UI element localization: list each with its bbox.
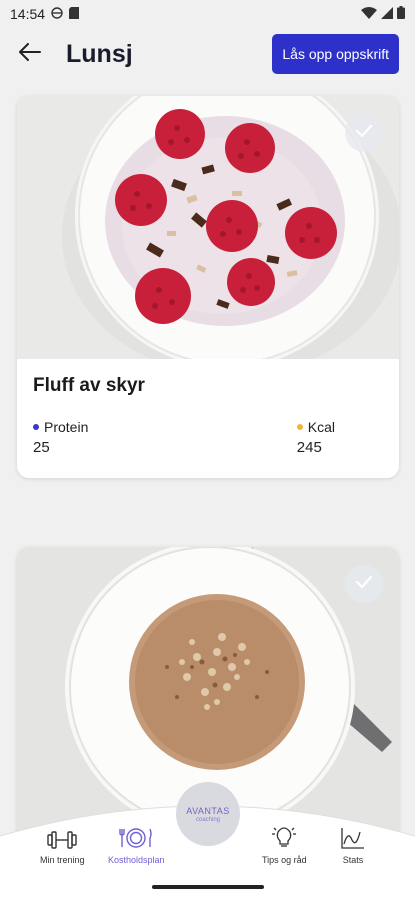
nav-item-stats[interactable]: Stats xyxy=(340,826,366,865)
nutrient-value: 25 xyxy=(33,439,50,456)
nutrient-label: Protein xyxy=(44,419,89,435)
nutrient-protein: Protein 25 xyxy=(33,419,88,456)
nav-item-label: Stats xyxy=(342,855,364,865)
status-time: 14:54 xyxy=(10,6,46,22)
recipe-list: Fluff av skyr Protein 25 Kcal 245 xyxy=(0,82,415,900)
lightbulb-icon xyxy=(270,826,298,852)
recipe-name: Fluff av skyr xyxy=(33,375,145,396)
checkmark-icon xyxy=(355,575,373,594)
mark-done-button[interactable] xyxy=(345,114,383,152)
battery-icon xyxy=(397,6,405,22)
nutrient-kcal: Kcal 245 xyxy=(296,419,335,456)
chart-icon xyxy=(340,826,366,852)
recipe-card-body: Fluff av skyr Protein 25 Kcal 245 xyxy=(17,359,399,472)
nav-item-kostholdsplan[interactable]: Kostholdsplan xyxy=(108,826,165,865)
dumbbell-icon xyxy=(46,830,78,852)
app-bar: Lunsj Lås opp oppskrift xyxy=(0,28,415,80)
vpn-icon xyxy=(51,6,63,22)
avantas-coaching-button[interactable]: AVANTAS coaching xyxy=(176,782,240,846)
nutrient-label: Kcal xyxy=(307,419,335,435)
nav-item-min-trening[interactable]: Min trening xyxy=(40,830,85,865)
brand-subtitle: coaching xyxy=(195,816,221,823)
nutrient-row: Protein 25 Kcal 245 xyxy=(33,419,383,456)
nutrient-value: 245 xyxy=(296,439,322,456)
plate-cutlery-icon xyxy=(118,826,154,852)
nav-item-label: Kostholdsplan xyxy=(108,855,165,865)
status-bar: 14:54 xyxy=(0,0,415,28)
recipe-card[interactable]: Fluff av skyr Protein 25 Kcal 245 xyxy=(17,96,399,478)
arrow-left-icon xyxy=(19,42,41,66)
wifi-icon xyxy=(361,6,377,22)
bottom-navigation: AVANTAS coaching Min trening Kostholdspl… xyxy=(0,782,415,900)
mark-done-button[interactable] xyxy=(345,565,383,603)
protein-dot-icon xyxy=(33,424,39,430)
nav-item-label: Tips og råd xyxy=(262,855,307,865)
page-title: Lunsj xyxy=(66,39,133,68)
unlock-recipe-button[interactable]: Lås opp oppskrift xyxy=(272,34,399,74)
sd-card-icon xyxy=(69,6,80,22)
back-button[interactable] xyxy=(16,40,44,68)
home-indicator[interactable] xyxy=(152,885,264,889)
nav-item-tips-og-rad[interactable]: Tips og råd xyxy=(262,826,307,865)
brand-name: AVANTAS xyxy=(186,805,230,816)
checkmark-icon xyxy=(355,124,373,143)
signal-icon xyxy=(381,6,393,22)
nav-item-label: Min trening xyxy=(40,855,85,865)
recipe-image-skyr-bowl xyxy=(17,96,399,359)
kcal-dot-icon xyxy=(296,424,303,430)
